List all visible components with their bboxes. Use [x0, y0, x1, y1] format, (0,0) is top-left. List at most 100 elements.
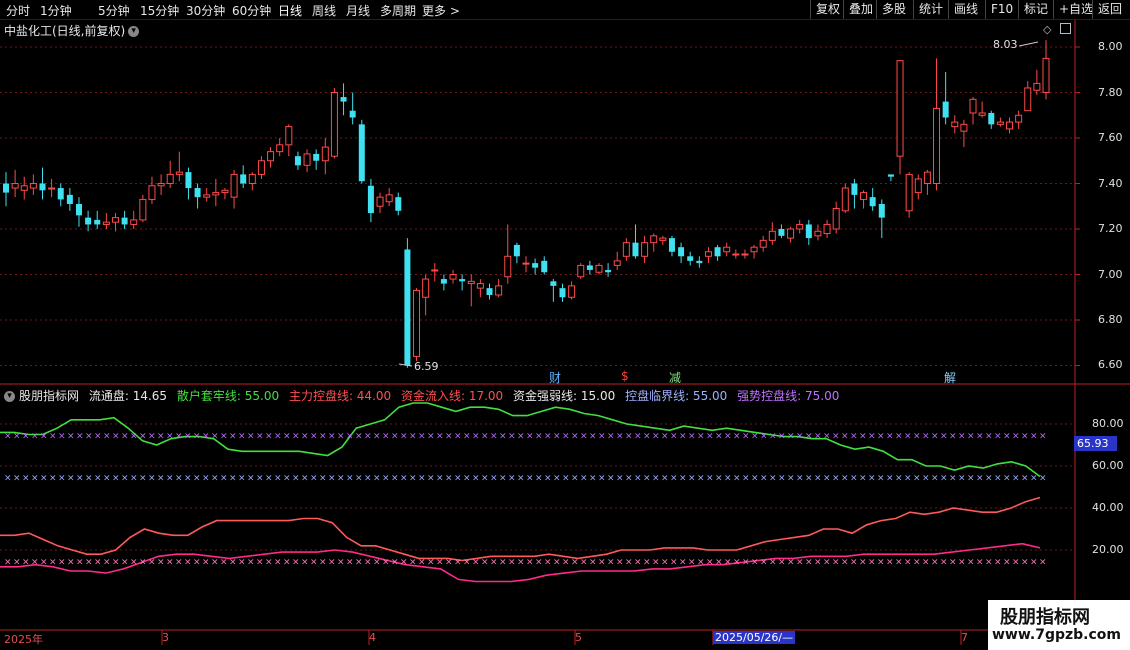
capital-strength-marker: ×: [724, 558, 732, 568]
critical-control-marker: ×: [436, 474, 444, 484]
critical-control-marker: ×: [148, 474, 156, 484]
candle-down: [66, 194, 73, 204]
candle-down: [121, 217, 128, 225]
strong-control-marker: ×: [841, 432, 849, 442]
btn-back[interactable]: 返回: [1092, 0, 1127, 19]
chevron-down-icon[interactable]: ▾: [128, 26, 140, 37]
capital-strength-marker: ×: [508, 558, 516, 568]
capital-strength-marker: ×: [94, 558, 102, 568]
tab-30min[interactable]: 30分钟: [186, 2, 225, 19]
indicator-name[interactable]: 股朋指标网: [19, 389, 79, 403]
capital-strength-marker: ×: [427, 558, 435, 568]
candle-down: [632, 242, 639, 257]
tab-fenshi[interactable]: 分时: [6, 2, 30, 19]
tab-more[interactable]: 更多 >: [422, 2, 460, 19]
capital-strength-marker: ×: [877, 558, 885, 568]
tab-5min[interactable]: 5分钟: [98, 2, 130, 19]
candle-down: [668, 238, 675, 252]
candle-up: [102, 221, 110, 225]
btn-overlay[interactable]: 叠加: [843, 0, 878, 19]
strong-control-marker: ×: [517, 432, 525, 442]
critical-control-marker: ×: [166, 474, 174, 484]
candle-down: [404, 249, 411, 366]
capital-strength-marker: ×: [553, 558, 561, 568]
strong-control-marker: ×: [364, 432, 372, 442]
strong-control-marker: ×: [886, 432, 894, 442]
strong-control-marker: ×: [76, 432, 84, 442]
candle-up: [330, 92, 338, 157]
critical-control-marker: ×: [652, 474, 660, 484]
capital-strength-marker: ×: [130, 558, 138, 568]
strong-control-marker: ×: [589, 432, 597, 442]
capital-strength-marker: ×: [985, 558, 993, 568]
tab-60min[interactable]: 60分钟: [232, 2, 271, 19]
strong-control-marker: ×: [157, 432, 165, 442]
tab-multi-period[interactable]: 多周期: [380, 2, 416, 19]
capital-strength-marker: ×: [265, 558, 273, 568]
tab-daily[interactable]: 日线: [278, 2, 302, 19]
strong-control-marker: ×: [301, 432, 309, 442]
capital-strength-marker: ×: [364, 558, 372, 568]
strong-control-marker: ×: [994, 432, 1002, 442]
critical-control-marker: ×: [238, 474, 246, 484]
candle-up: [111, 217, 119, 223]
candle-down: [3, 183, 9, 193]
strong-control-marker: ×: [103, 432, 111, 442]
strong-control-marker: ×: [292, 432, 300, 442]
capital-strength-marker: ×: [157, 558, 165, 568]
btn-multi-stock[interactable]: 多股: [876, 0, 911, 19]
capital-strength-marker: ×: [526, 558, 534, 568]
candle-up: [650, 235, 658, 244]
btn-f10[interactable]: F10: [985, 0, 1018, 19]
strong-control-marker: ×: [148, 432, 156, 442]
stock-title[interactable]: 中盐化工(日线,前复权) ▾: [4, 22, 140, 39]
strong-control-marker: ×: [571, 432, 579, 442]
candle-up: [166, 173, 174, 184]
candle-up: [467, 280, 475, 285]
capital-strength-marker: ×: [247, 558, 255, 568]
capital-strength-marker: ×: [175, 558, 183, 568]
tab-1min[interactable]: 1分钟: [40, 2, 72, 19]
capital-strength-marker: ×: [49, 558, 57, 568]
event-marker-dividend[interactable]: $: [621, 369, 629, 383]
event-marker-unlock[interactable]: 解: [944, 369, 956, 386]
strong-control-marker: ×: [607, 432, 615, 442]
high-arrow: [1018, 41, 1039, 47]
strong-control-marker: ×: [1039, 432, 1047, 442]
critical-control-marker: ×: [346, 474, 354, 484]
critical-control-marker: ×: [418, 474, 426, 484]
critical-control-marker: ×: [1039, 474, 1047, 484]
candle-down: [75, 203, 82, 216]
btn-restore-rights[interactable]: 复权: [810, 0, 845, 19]
strong-control-marker: ×: [805, 432, 813, 442]
tab-monthly[interactable]: 月线: [346, 2, 370, 19]
strong-control-marker: ×: [985, 432, 993, 442]
candle-down: [605, 269, 612, 273]
btn-stats[interactable]: 统计: [913, 0, 948, 19]
candle-up: [148, 185, 156, 200]
tab-15min[interactable]: 15分钟: [140, 2, 179, 19]
event-marker-reduce[interactable]: 减: [669, 369, 681, 386]
chevron-down-icon[interactable]: ▾: [4, 391, 15, 402]
strong-control-marker: ×: [274, 432, 282, 442]
diamond-icon[interactable]: ◇: [1043, 23, 1051, 36]
btn-mark[interactable]: 标记: [1018, 0, 1053, 19]
strong-control-marker: ×: [940, 432, 948, 442]
indicator-tick: 40.00: [1092, 501, 1124, 514]
period-toolbar: 分时 1分钟 5分钟 15分钟 30分钟 60分钟 日线 周线 月线 多周期 更…: [0, 0, 1130, 20]
strong-control-marker: ×: [1003, 432, 1011, 442]
strong-control-marker: ×: [256, 432, 264, 442]
critical-control-marker: ×: [841, 474, 849, 484]
critical-control-marker: ×: [4, 474, 12, 484]
panel-toggle-icon[interactable]: [1060, 23, 1071, 34]
capital-strength-marker: ×: [949, 558, 957, 568]
btn-draw[interactable]: 画线: [948, 0, 983, 19]
strong-control-marker: ×: [13, 432, 21, 442]
capital-strength-marker: ×: [1039, 558, 1047, 568]
event-marker-finance[interactable]: 财: [549, 369, 561, 386]
capital-strength-marker: ×: [823, 558, 831, 568]
critical-control-marker: ×: [976, 474, 984, 484]
critical-control-marker: ×: [184, 474, 192, 484]
strong-control-marker: ×: [490, 432, 498, 442]
tab-weekly[interactable]: 周线: [312, 2, 336, 19]
